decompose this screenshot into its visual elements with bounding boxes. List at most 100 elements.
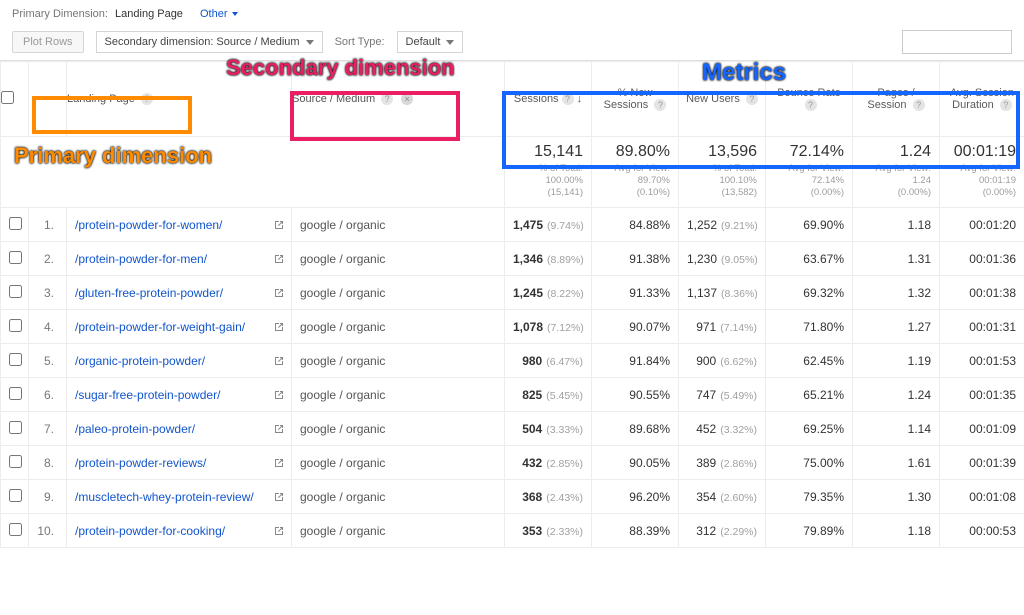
row-checkbox[interactable] (1, 344, 29, 378)
toolbar: Primary Dimension: Landing Page Other Pl… (0, 0, 1024, 61)
table-row: 10./protein-powder-for-cooking/google / … (1, 514, 1024, 548)
external-link-icon[interactable] (273, 525, 285, 537)
avg-duration-header[interactable]: Avg. Session Duration ? (940, 62, 1024, 137)
sessions-cell: 1,245(8.22%) (505, 276, 592, 310)
pps-cell: 1.14 (853, 412, 940, 446)
dur-cell: 00:01:39 (940, 446, 1024, 480)
row-checkbox[interactable] (1, 412, 29, 446)
bounce-cell: 69.32% (766, 276, 853, 310)
pct-new-cell: 90.55% (592, 378, 679, 412)
landing-page-cell[interactable]: /muscletech-whey-protein-review/ (67, 480, 292, 514)
pct-new-cell: 89.68% (592, 412, 679, 446)
source-medium-cell[interactable]: google / organic (292, 480, 505, 514)
pct-new-cell: 90.07% (592, 310, 679, 344)
landing-page-cell[interactable]: /protein-powder-for-women/ (67, 208, 292, 242)
new-users-cell: 747(5.49%) (679, 378, 766, 412)
row-checkbox[interactable] (1, 310, 29, 344)
new-users-cell: 1,252(9.21%) (679, 208, 766, 242)
landing-page-cell[interactable]: /protein-powder-for-cooking/ (67, 514, 292, 548)
sessions-cell: 504(3.33%) (505, 412, 592, 446)
source-medium-cell[interactable]: google / organic (292, 446, 505, 480)
external-link-icon[interactable] (273, 389, 285, 401)
bounce-cell: 79.89% (766, 514, 853, 548)
landing-page-cell[interactable]: /protein-powder-for-weight-gain/ (67, 310, 292, 344)
sessions-header[interactable]: Sessions?↓ (505, 62, 592, 137)
source-medium-cell[interactable]: google / organic (292, 310, 505, 344)
external-link-icon[interactable] (273, 423, 285, 435)
pps-cell: 1.24 (853, 378, 940, 412)
external-link-icon[interactable] (273, 457, 285, 469)
external-link-icon[interactable] (273, 491, 285, 503)
source-medium-cell[interactable]: google / organic (292, 344, 505, 378)
bounce-cell: 62.45% (766, 344, 853, 378)
dur-cell: 00:01:31 (940, 310, 1024, 344)
pps-total: 1.24Avg for View:1.24(0.00%) (853, 137, 940, 208)
external-link-icon[interactable] (273, 355, 285, 367)
pps-cell: 1.31 (853, 242, 940, 276)
landing-page-cell[interactable]: /protein-powder-for-men/ (67, 242, 292, 276)
pct-new-sessions-header[interactable]: % New Sessions ? (592, 62, 679, 137)
landing-page-cell[interactable]: /paleo-protein-powder/ (67, 412, 292, 446)
source-medium-header[interactable]: Source / Medium?× (292, 62, 505, 137)
row-index: 7. (29, 412, 67, 446)
external-link-icon[interactable] (273, 253, 285, 265)
sessions-cell: 825(5.45%) (505, 378, 592, 412)
row-checkbox[interactable] (1, 378, 29, 412)
external-link-icon[interactable] (273, 287, 285, 299)
row-checkbox[interactable] (1, 480, 29, 514)
sort-type-select[interactable]: Default (397, 31, 464, 53)
secondary-dimension-select[interactable]: Secondary dimension: Source / Medium (96, 31, 323, 53)
bounce-rate-header[interactable]: Bounce Rate ? (766, 62, 853, 137)
landing-page-cell[interactable]: /organic-protein-powder/ (67, 344, 292, 378)
pct-new-cell: 84.88% (592, 208, 679, 242)
primary-dim-value[interactable]: Landing Page (115, 8, 183, 20)
pages-session-header[interactable]: Pages / Session ? (853, 62, 940, 137)
help-icon[interactable]: ? (381, 93, 393, 105)
source-medium-cell[interactable]: google / organic (292, 412, 505, 446)
new-users-cell: 1,137(8.36%) (679, 276, 766, 310)
external-link-icon[interactable] (273, 321, 285, 333)
bounce-cell: 71.80% (766, 310, 853, 344)
bounce-cell: 65.21% (766, 378, 853, 412)
row-index: 6. (29, 378, 67, 412)
dur-cell: 00:01:38 (940, 276, 1024, 310)
pct-new-cell: 88.39% (592, 514, 679, 548)
pps-cell: 1.18 (853, 208, 940, 242)
source-medium-cell[interactable]: google / organic (292, 242, 505, 276)
table-row: 1./protein-powder-for-women/google / org… (1, 208, 1024, 242)
sessions-cell: 432(2.85%) (505, 446, 592, 480)
pct-new-cell: 91.84% (592, 344, 679, 378)
row-checkbox[interactable] (1, 208, 29, 242)
select-all-checkbox[interactable] (1, 62, 29, 137)
landing-page-header[interactable]: Landing Page? (67, 62, 292, 137)
pct-new-cell: 91.38% (592, 242, 679, 276)
plot-rows-button[interactable]: Plot Rows (12, 31, 84, 53)
row-checkbox[interactable] (1, 276, 29, 310)
row-checkbox[interactable] (1, 514, 29, 548)
remove-dimension-icon[interactable]: × (401, 93, 413, 105)
pps-cell: 1.27 (853, 310, 940, 344)
pct-new-total: 89.80%Avg for View:89.70%(0.10%) (592, 137, 679, 208)
search-input[interactable] (902, 30, 1012, 54)
row-checkbox[interactable] (1, 242, 29, 276)
external-link-icon[interactable] (273, 219, 285, 231)
source-medium-cell[interactable]: google / organic (292, 208, 505, 242)
source-medium-cell[interactable]: google / organic (292, 276, 505, 310)
landing-page-cell[interactable]: /sugar-free-protein-powder/ (67, 378, 292, 412)
primary-dim-other[interactable]: Other (200, 8, 238, 20)
dur-cell: 00:01:08 (940, 480, 1024, 514)
landing-page-cell[interactable]: /gluten-free-protein-powder/ (67, 276, 292, 310)
sessions-cell: 1,078(7.12%) (505, 310, 592, 344)
help-icon[interactable]: ? (141, 93, 153, 105)
new-users-cell: 354(2.60%) (679, 480, 766, 514)
row-checkbox[interactable] (1, 446, 29, 480)
primary-dimension-bar: Primary Dimension: Landing Page Other (12, 8, 1012, 20)
table-row: 7./paleo-protein-powder/google / organic… (1, 412, 1024, 446)
landing-page-cell[interactable]: /protein-powder-reviews/ (67, 446, 292, 480)
source-medium-cell[interactable]: google / organic (292, 514, 505, 548)
table-row: 3./gluten-free-protein-powder/google / o… (1, 276, 1024, 310)
source-medium-cell[interactable]: google / organic (292, 378, 505, 412)
data-table: Landing Page? Source / Medium?× Sessions… (0, 61, 1024, 548)
bounce-cell: 79.35% (766, 480, 853, 514)
new-users-header[interactable]: New Users ? (679, 62, 766, 137)
